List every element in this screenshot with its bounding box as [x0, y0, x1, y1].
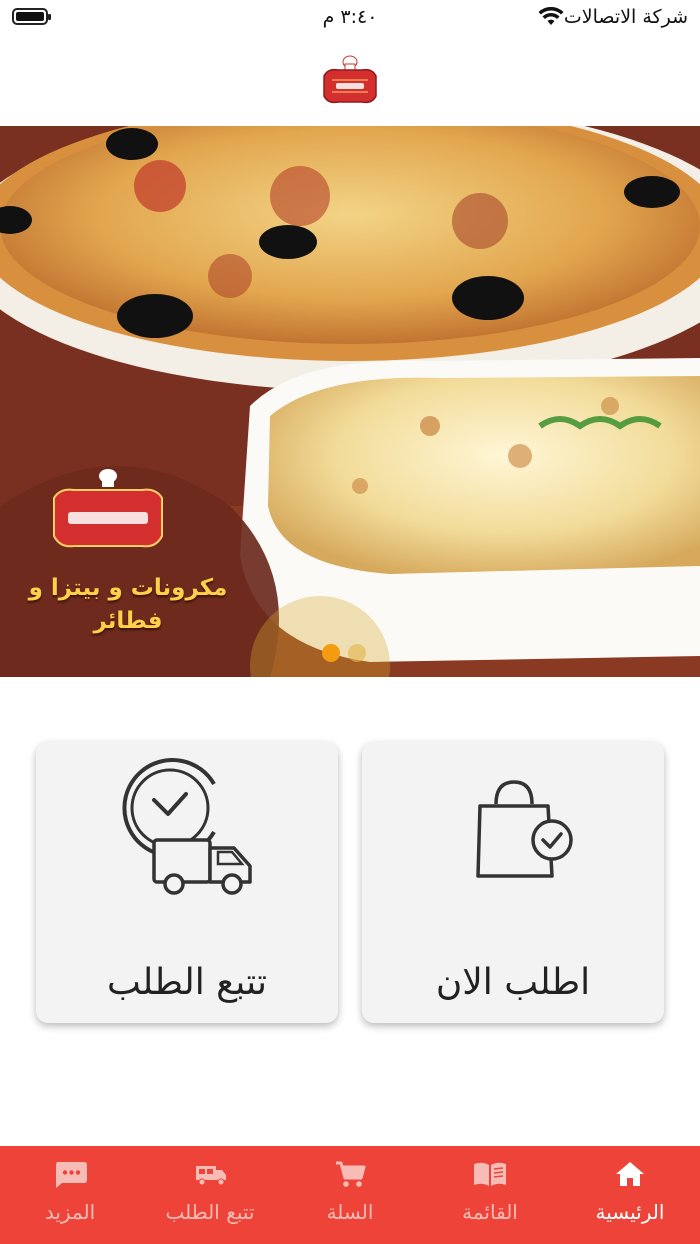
home-icon — [616, 1162, 644, 1186]
tab-track-order-label: تتبع الطلب — [165, 1200, 255, 1224]
tab-track-order[interactable]: تتبع الطلب — [140, 1146, 280, 1244]
order-now-card[interactable]: اطلب الان — [362, 742, 664, 1023]
wifi-icon — [538, 7, 564, 25]
bottom-tab-bar: الرئيسية القائمة السلة تتبع الطلب المزيد — [0, 1146, 700, 1244]
tab-home[interactable]: الرئيسية — [560, 1146, 700, 1244]
tab-menu[interactable]: القائمة — [420, 1146, 560, 1244]
truck-icon — [196, 1166, 226, 1186]
banner-headline: مكرونات و بيتزا و فطائر — [28, 575, 228, 635]
status-bar: ٣:٤٠ م شركة الاتصالات — [0, 0, 700, 36]
carrier-name: شركة الاتصالات — [563, 6, 688, 28]
menu-book-icon — [474, 1162, 506, 1186]
track-order-label: تتبع الطلب — [106, 962, 268, 1003]
cart-icon — [336, 1161, 366, 1187]
tab-menu-label: القائمة — [462, 1200, 518, 1224]
slider-dot-active[interactable] — [322, 644, 340, 662]
tab-more-label: المزيد — [44, 1200, 96, 1224]
tab-cart-label: السلة — [326, 1200, 374, 1224]
tab-cart[interactable]: السلة — [280, 1146, 420, 1244]
tab-more[interactable]: المزيد — [0, 1146, 140, 1244]
track-order-card[interactable]: تتبع الطلب — [36, 742, 338, 1023]
slider-dot[interactable] — [348, 644, 366, 662]
restaurant-logo — [318, 50, 382, 110]
more-chat-icon — [56, 1162, 87, 1188]
shopping-bag-check-icon — [476, 780, 573, 878]
order-now-label: اطلب الان — [435, 962, 591, 1003]
clock-delivery-truck-icon — [122, 758, 252, 895]
promo-banner[interactable]: مكرونات و بيتزا و فطائر — [0, 126, 700, 677]
tab-home-label: الرئيسية — [595, 1200, 665, 1224]
